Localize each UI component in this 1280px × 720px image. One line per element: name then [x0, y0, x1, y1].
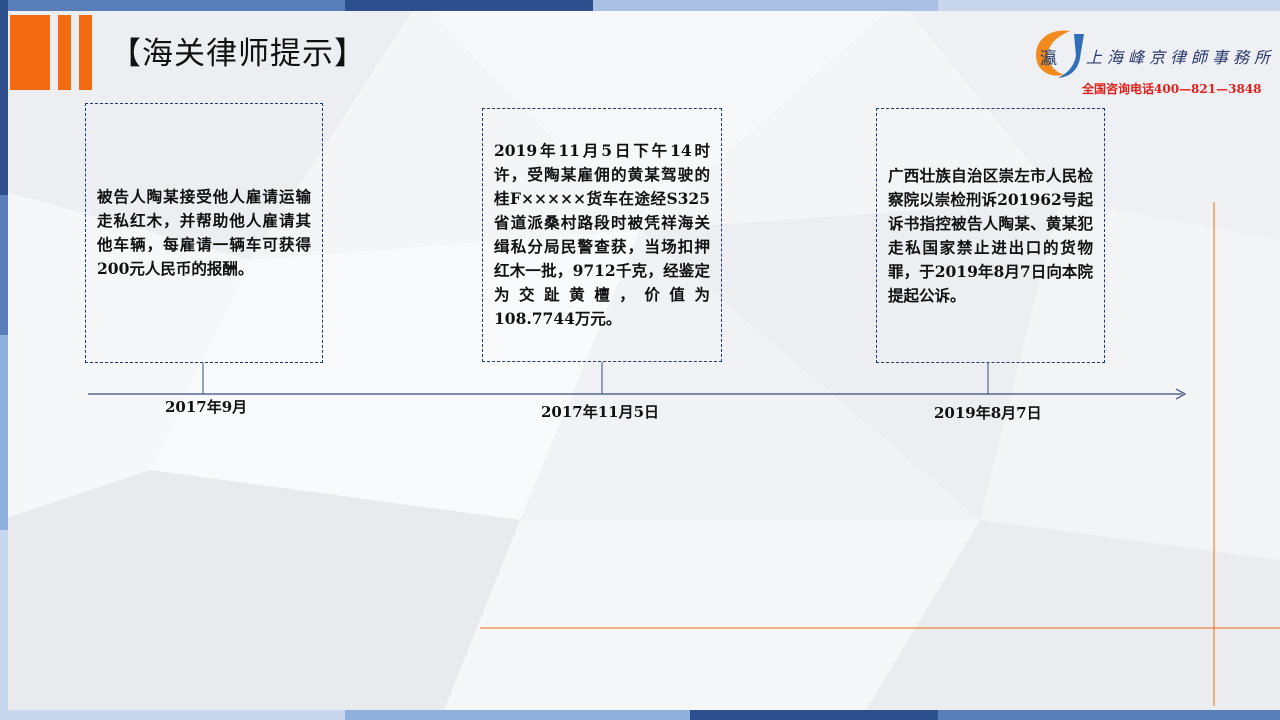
event-date-2: 2017年11月5日 [541, 403, 660, 421]
event-date-1: 2017年9月 [165, 398, 248, 416]
event-date-3: 2019年8月7日 [934, 404, 1042, 422]
event-text-2: 2019年11月5日下午14时许，受陶某雇佣的黄某驾驶的桂F×××××货车在途经… [494, 141, 710, 328]
slide: 【海关律师提示】 瀛 上海峰京律師事務所 全国咨询电话400—821—3848 … [0, 0, 1280, 720]
event-box-1: 被告人陶某接受他人雇请运输走私红木，并帮助他人雇请其他车辆，每雇请一辆车可获得2… [85, 103, 323, 363]
event-box-3: 广西壮族自治区崇左市人民检察院以崇检刑诉201962号起诉书指控被告人陶某、黄某… [876, 108, 1105, 363]
event-text-3: 广西壮族自治区崇左市人民检察院以崇检刑诉201962号起诉书指控被告人陶某、黄某… [888, 165, 1093, 305]
event-box-2: 2019年11月5日下午14时许，受陶某雇佣的黄某驾驶的桂F×××××货车在途经… [482, 108, 722, 362]
event-text-1: 被告人陶某接受他人雇请运输走私红木，并帮助他人雇请其他车辆，每雇请一辆车可获得2… [97, 187, 311, 278]
